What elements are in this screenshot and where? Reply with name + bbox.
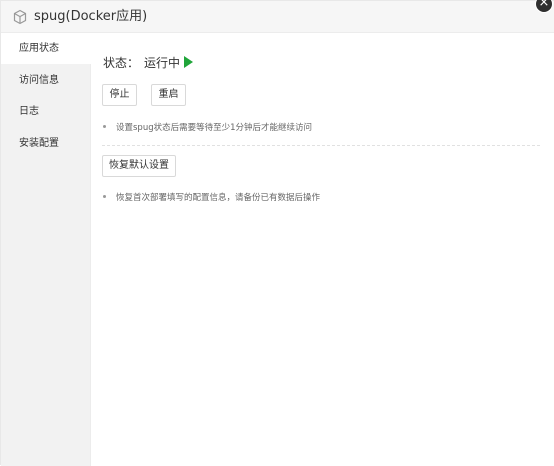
- main-content: 状态： 运行中 停止 重启 设置spug状态后需要等待至少1分钟后才能继续访问 恢…: [91, 33, 554, 466]
- cube-icon: [12, 9, 28, 25]
- bullet-icon: [103, 125, 106, 128]
- sidebar-item-install-config[interactable]: 安装配置: [1, 128, 91, 159]
- restart-button[interactable]: 重启: [151, 84, 186, 106]
- restore-note-text: 恢复首次部署填写的配置信息，请备份已有数据后操作: [116, 193, 321, 203]
- app-settings-dialog: spug(Docker应用) × 应用状态 访问信息 日志 安装配置 状态： 运行…: [0, 0, 554, 466]
- sidebar-item-logs[interactable]: 日志: [1, 96, 91, 127]
- status-label: 状态：: [103, 55, 140, 70]
- section-divider: [102, 145, 540, 146]
- play-icon: [184, 55, 194, 68]
- restore-note: 恢复首次部署填写的配置信息，请备份已有数据后操作: [103, 191, 320, 205]
- stop-button[interactable]: 停止: [102, 84, 137, 106]
- status-note-text: 设置spug状态后需要等待至少1分钟后才能继续访问: [116, 123, 313, 133]
- sidebar-item-access-info[interactable]: 访问信息: [1, 65, 91, 96]
- restore-defaults-button[interactable]: 恢复默认设置: [102, 155, 176, 177]
- bullet-icon: [103, 195, 106, 198]
- sidebar-item-app-status[interactable]: 应用状态: [1, 33, 91, 64]
- status-row: 状态： 运行中: [103, 53, 194, 71]
- status-value: 运行中: [144, 55, 181, 70]
- close-button[interactable]: ×: [535, 0, 553, 13]
- sidebar: 应用状态 访问信息 日志 安装配置: [1, 33, 91, 466]
- dialog-title: spug(Docker应用): [34, 9, 148, 24]
- dialog-titlebar: spug(Docker应用) ×: [1, 0, 554, 33]
- status-note: 设置spug状态后需要等待至少1分钟后才能继续访问: [103, 121, 312, 135]
